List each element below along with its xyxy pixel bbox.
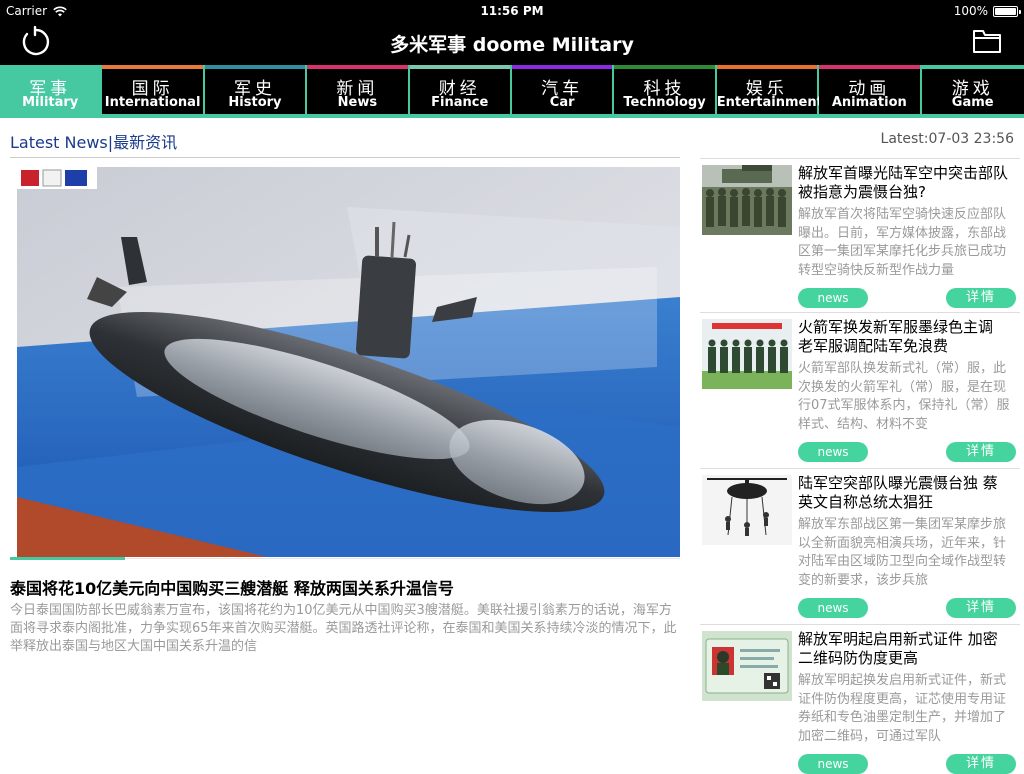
tab-label-en: Entertainment	[716, 95, 823, 110]
details-button[interactable]: 详情	[946, 442, 1016, 462]
details-button[interactable]: 详情	[946, 288, 1016, 308]
app-title: 多米军事 doome Military	[390, 34, 634, 56]
news-title[interactable]: 火箭军换发新军服墨绿色主调 老军服调配陆军免浪费	[798, 318, 1012, 356]
tab-color-bar	[716, 65, 818, 69]
tab-car[interactable]: 汽车 Car	[511, 65, 615, 118]
featured-summary: 今日泰国国防部长巴威翁素万宣布，该国将花约为10亿美元从中国购买3艘潜艇。美联社…	[10, 603, 677, 654]
tab-color-bar	[102, 65, 203, 69]
tab-label-en: Car	[549, 95, 575, 110]
tab-label-en: Animation	[831, 95, 907, 110]
section-label-en: Latest News	[10, 133, 108, 152]
tab-color-bar	[511, 65, 613, 69]
details-button[interactable]: 详情	[946, 754, 1016, 774]
tab-color-bar	[0, 65, 101, 69]
tab-news[interactable]: 新闻 News	[307, 65, 410, 118]
tab-game[interactable]: 游戏 Game	[921, 65, 1024, 118]
tab-military[interactable]: 军事 Military	[0, 65, 103, 118]
news-title[interactable]: 解放军首曝光陆军空中突击部队 被指意为震慑台独?	[798, 164, 1012, 202]
news-summary: 解放军明起换发启用新式证件，新式证件防伪程度更高，证芯使用专用证券纸和专色油墨定…	[798, 673, 1007, 744]
list-item[interactable]: 解放军明起启用新式证件 加密二维码防伪度更高 解放军明起换发启用新式证件，新式证…	[700, 624, 1020, 774]
list-item[interactable]: 陆军空突部队曝光震慑台独 蔡英文自称总统太猖狂 解放军东部战区第一集团军某摩步旅…	[700, 468, 1020, 618]
tab-color-bar	[921, 65, 1024, 69]
news-summary: 火箭军部队换发新式礼（常）服，此次换发的火箭军礼（常）服，是在现行07式军服体系…	[798, 361, 1010, 432]
featured-image[interactable]	[17, 167, 680, 557]
item-divider	[700, 468, 1020, 469]
helicopter-rappel-photo	[702, 475, 792, 545]
status-bar: Carrier 11:56 PM 100%	[0, 0, 1024, 22]
featured-title[interactable]: 泰国将花10亿美元向中国购买三艘潜艇 释放两国关系升温信号	[10, 575, 690, 599]
last-updated: Latest:07-03 23:56	[880, 131, 1014, 147]
tab-animation[interactable]: 动画 Animation	[819, 65, 922, 118]
uniformed-soldiers-photo	[702, 319, 792, 389]
news-summary: 解放军首次将陆军空骑快速反应部队曝出。日前，军方媒体披露，东部战区第一集团军某摩…	[798, 207, 1007, 278]
news-tag[interactable]: news	[798, 754, 868, 774]
news-title[interactable]: 解放军明起启用新式证件 加密二维码防伪度更高	[798, 630, 1012, 668]
item-divider	[700, 624, 1020, 625]
nav-bar: 多米军事 doome Military	[0, 22, 1024, 65]
tab-international[interactable]: 国际 International	[102, 65, 205, 118]
tab-label-en: Game	[951, 95, 994, 110]
section-label-zh: 最新资讯	[113, 133, 178, 152]
soldiers-tank-photo	[702, 165, 792, 235]
details-button[interactable]: 详情	[946, 598, 1016, 618]
news-thumbnail[interactable]	[702, 319, 792, 389]
tab-label-en: Technology	[623, 95, 706, 110]
section-divider	[10, 157, 680, 158]
featured-divider	[125, 558, 680, 559]
tab-technology[interactable]: 科技 Technology	[614, 65, 717, 118]
section-header: Latest News|最新资讯 Latest:07-03 23:56	[0, 118, 1024, 158]
tab-color-bar	[614, 65, 715, 69]
tab-label-en: Finance	[431, 95, 489, 110]
tab-color-bar	[307, 65, 408, 69]
category-tabs: 军事 Military 国际 International 军史 History 新闻 News…	[0, 65, 1024, 118]
list-item[interactable]: 解放军首曝光陆军空中突击部队 被指意为震慑台独? 解放军首次将陆军空骑快速反应部…	[700, 158, 1020, 308]
tab-color-bar	[819, 65, 920, 69]
battery-percent: 100%	[953, 4, 988, 18]
clock: 11:56 PM	[480, 4, 544, 18]
tab-history[interactable]: 军史 History	[204, 65, 308, 118]
news-summary: 解放军东部战区第一集团军某摩步旅以全新面貌亮相演兵场，近年来，针对陆军由区域防卫…	[798, 517, 1007, 588]
tab-label-en: Military	[22, 95, 79, 110]
section-title: Latest News|最新资讯	[10, 133, 178, 152]
battery-info: 100%	[953, 4, 1021, 18]
featured-accent-bar	[10, 557, 125, 560]
news-thumbnail[interactable]	[702, 631, 792, 701]
tab-color-bar	[204, 65, 306, 69]
news-title[interactable]: 陆军空突部队曝光震慑台独 蔡英文自称总统太猖狂	[798, 474, 1012, 512]
battery-icon	[993, 5, 1021, 17]
list-item[interactable]: 火箭军换发新军服墨绿色主调 老军服调配陆军免浪费 火箭军部队换发新式礼（常）服，…	[700, 312, 1020, 462]
news-tag[interactable]: news	[798, 598, 868, 618]
tab-label-en: News	[337, 95, 378, 110]
id-card-photo	[702, 631, 792, 701]
tab-finance[interactable]: 财经 Finance	[409, 65, 512, 118]
tab-label-en: International	[104, 95, 201, 110]
tab-entertainment[interactable]: 娱乐 Entertainment	[716, 65, 823, 118]
news-thumbnail[interactable]	[702, 165, 792, 235]
item-divider	[700, 158, 1020, 159]
item-divider	[700, 312, 1020, 313]
news-tag[interactable]: news	[798, 442, 868, 462]
news-thumbnail[interactable]	[702, 475, 792, 545]
tab-label-en: History	[228, 95, 282, 110]
folder-icon[interactable]	[972, 28, 1002, 54]
news-tag[interactable]: news	[798, 288, 868, 308]
tab-color-bar	[409, 65, 510, 69]
submarine-model-photo	[17, 167, 680, 557]
